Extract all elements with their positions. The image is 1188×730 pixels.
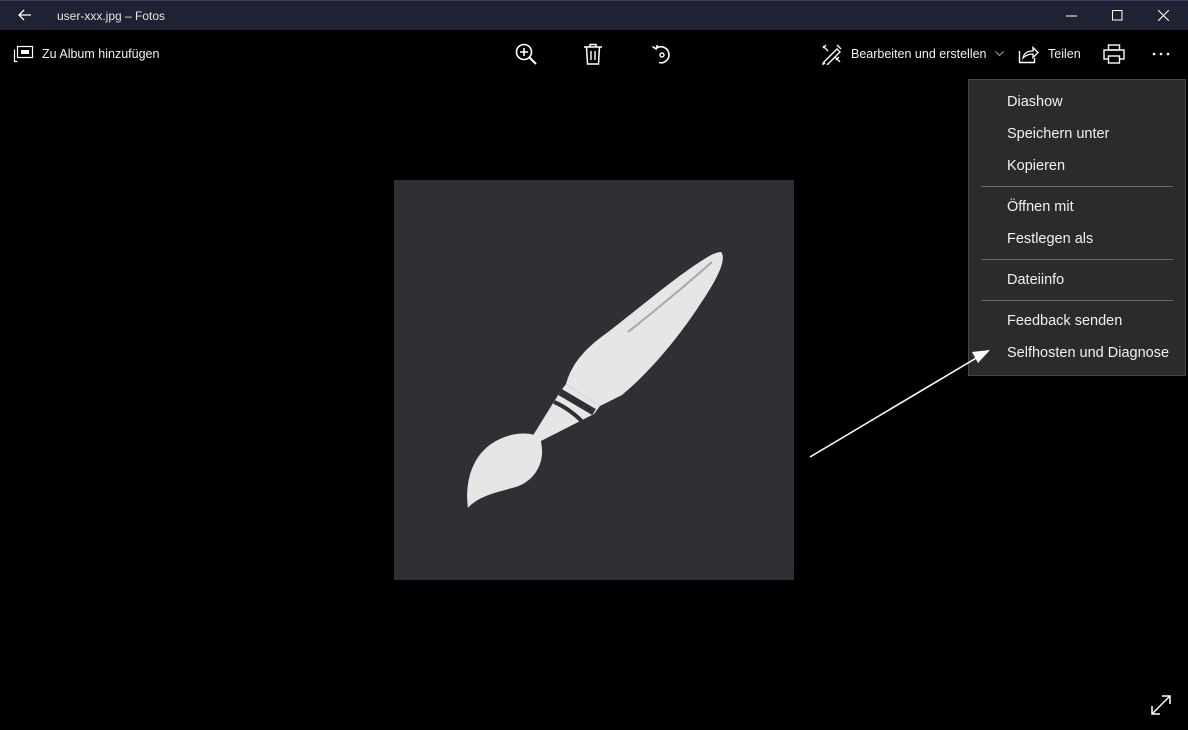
menu-separator — [981, 186, 1173, 187]
trash-icon — [583, 43, 603, 65]
delete-button[interactable] — [583, 30, 603, 78]
maximize-button[interactable] — [1094, 1, 1140, 30]
share-label: Teilen — [1048, 47, 1081, 61]
more-button[interactable] — [1152, 30, 1170, 78]
menu-item-open-with[interactable]: Öffnen mit — [969, 191, 1185, 223]
expand-icon — [1150, 694, 1172, 716]
edit-create-button[interactable]: Bearbeiten und erstellen — [821, 30, 1004, 78]
menu-item-slideshow[interactable]: Diashow — [969, 86, 1185, 118]
back-button[interactable] — [12, 4, 38, 26]
fullscreen-button[interactable] — [1150, 694, 1174, 718]
menu-item-selfhost-diagnostics[interactable]: Selfhosten und Diagnose — [969, 337, 1185, 369]
add-to-album-label: Zu Album hinzufügen — [42, 47, 160, 61]
maximize-icon — [1111, 10, 1123, 21]
menu-item-file-info[interactable]: Dateiinfo — [969, 264, 1185, 296]
arrow-left-icon — [18, 9, 32, 21]
menu-separator — [981, 259, 1173, 260]
zoom-in-icon — [514, 42, 538, 66]
minimize-button[interactable] — [1048, 1, 1094, 30]
printer-icon — [1103, 44, 1125, 64]
displayed-photo — [394, 180, 794, 580]
window-title: user-xxx.jpg – Fotos — [57, 9, 166, 23]
edit-create-label: Bearbeiten und erstellen — [851, 47, 987, 61]
menu-item-send-feedback[interactable]: Feedback senden — [969, 305, 1185, 337]
rotate-icon — [650, 42, 674, 66]
close-button[interactable] — [1140, 1, 1186, 30]
minimize-icon — [1065, 10, 1077, 21]
rotate-button[interactable] — [650, 30, 674, 78]
add-to-album-button[interactable]: Zu Album hinzufügen — [13, 30, 159, 78]
more-options-menu: Diashow Speichern unter Kopieren Öffnen … — [968, 79, 1186, 376]
add-to-album-icon — [13, 45, 34, 63]
close-icon — [1157, 10, 1169, 21]
menu-item-save-as[interactable]: Speichern unter — [969, 118, 1185, 150]
print-button[interactable] — [1103, 30, 1125, 78]
toolbar: Zu Album hinzufügen Bearbeiten und erste… — [0, 30, 1188, 78]
share-button[interactable]: Teilen — [1018, 30, 1081, 78]
share-icon — [1018, 45, 1039, 64]
menu-separator — [981, 300, 1173, 301]
edit-create-icon — [821, 43, 843, 65]
paintbrush-icon — [467, 252, 723, 508]
zoom-button[interactable] — [514, 30, 538, 78]
chevron-down-icon — [994, 51, 1004, 57]
ellipsis-icon — [1152, 52, 1170, 56]
menu-item-copy[interactable]: Kopieren — [969, 150, 1185, 182]
menu-item-set-as[interactable]: Festlegen als — [969, 223, 1185, 255]
title-bar: user-xxx.jpg – Fotos — [0, 0, 1188, 30]
